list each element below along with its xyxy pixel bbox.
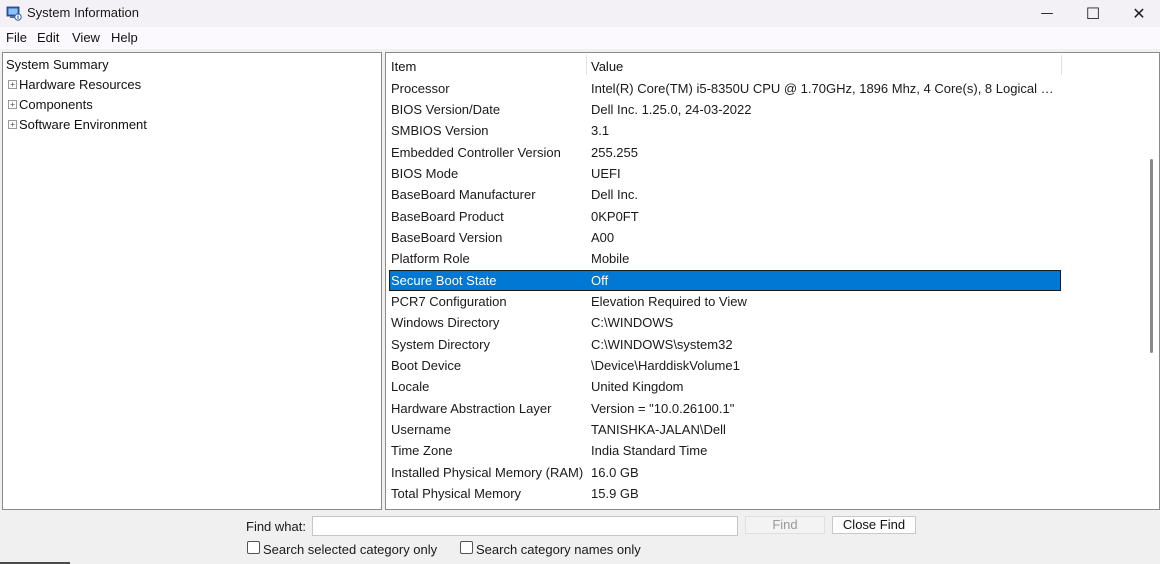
row-value: 15.9 GB [591, 486, 639, 501]
table-row[interactable]: BIOS Version/Date Dell Inc. 1.25.0, 24-0… [389, 99, 1061, 120]
row-item: BIOS Version/Date [391, 102, 501, 117]
vertical-scrollbar[interactable] [1146, 53, 1158, 509]
row-value: Dell Inc. 1.25.0, 24-03-2022 [591, 102, 752, 117]
close-find-button[interactable]: Close Find [832, 516, 916, 534]
row-value: Dell Inc. [591, 187, 638, 202]
table-row[interactable]: BaseBoard Manufacturer Dell Inc. [389, 184, 1061, 205]
row-value: UEFI [591, 166, 621, 181]
find-what-label: Find what: [246, 519, 306, 534]
table-row[interactable]: Processor Intel(R) Core(TM) i5-8350U CPU… [389, 78, 1061, 99]
row-item: BaseBoard Manufacturer [391, 187, 536, 202]
title-bar: System Information — ☐ ✕ [0, 0, 1160, 27]
row-item: Processor [391, 81, 450, 96]
row-item: Installed Physical Memory (RAM) [391, 465, 584, 480]
row-item: Boot Device [391, 358, 462, 373]
tree-item-system-summary[interactable]: System Summary [6, 57, 109, 72]
table-row[interactable]: Windows Directory C:\WINDOWS [389, 312, 1061, 333]
expand-plus-icon[interactable]: + [8, 80, 17, 89]
row-item: BIOS Mode [391, 166, 459, 181]
maximize-button[interactable]: ☐ [1070, 0, 1116, 27]
table-row[interactable]: Locale United Kingdom [389, 376, 1061, 397]
row-value: Off [591, 273, 609, 288]
tree-item-components[interactable]: Components [19, 97, 93, 112]
row-item: Time Zone [391, 443, 453, 458]
table-row[interactable]: Total Physical Memory 15.9 GB [389, 483, 1061, 504]
table-row[interactable]: Username TANISHKA-JALAN\Dell [389, 419, 1061, 440]
row-value: C:\WINDOWS\system32 [591, 337, 733, 352]
close-window-button[interactable]: ✕ [1116, 0, 1160, 27]
close-icon: ✕ [1132, 4, 1146, 23]
table-row[interactable]: Platform Role Mobile [389, 248, 1061, 269]
list-header: Item Value [386, 53, 1062, 77]
maximize-icon: ☐ [1085, 4, 1101, 23]
tree-item-software-environment[interactable]: Software Environment [19, 117, 147, 132]
search-category-names-label: Search category names only [476, 542, 641, 557]
table-row[interactable]: BIOS Mode UEFI [389, 163, 1061, 184]
row-value: 0KP0FT [591, 209, 639, 224]
row-item: Username [391, 422, 451, 437]
table-row[interactable]: System Directory C:\WINDOWS\system32 [389, 334, 1061, 355]
category-tree[interactable]: System Summary + Hardware Resources + Co… [2, 52, 382, 510]
minimize-icon: — [1040, 6, 1054, 21]
row-value: United Kingdom [591, 379, 684, 394]
row-item: Platform Role [391, 251, 470, 266]
row-item: Hardware Abstraction Layer [391, 401, 552, 416]
row-item: Total Physical Memory [391, 486, 522, 501]
row-value: A00 [591, 230, 615, 245]
row-item: PCR7 Configuration [391, 294, 507, 309]
row-value: TANISHKA-JALAN\Dell [591, 422, 726, 437]
table-row[interactable]: Time Zone India Standard Time [389, 440, 1061, 461]
row-item: Locale [391, 379, 430, 394]
column-divider[interactable] [1061, 55, 1062, 75]
row-value: 16.0 GB [591, 465, 639, 480]
row-item: SMBIOS Version [391, 123, 489, 138]
details-list[interactable]: Item Value Processor Intel(R) Core(TM) i… [385, 52, 1160, 510]
row-item: BaseBoard Product [391, 209, 504, 224]
menu-view[interactable]: View [72, 30, 100, 45]
table-row[interactable]: BaseBoard Product 0KP0FT [389, 206, 1061, 227]
minimize-button[interactable]: — [1024, 0, 1070, 27]
table-row[interactable]: Hardware Abstraction Layer Version = "10… [389, 398, 1061, 419]
row-value: India Standard Time [591, 443, 708, 458]
row-value: Elevation Required to View [591, 294, 747, 309]
table-row[interactable]: BaseBoard Version A00 [389, 227, 1061, 248]
scrollbar-thumb[interactable] [1150, 159, 1153, 353]
menu-help[interactable]: Help [111, 30, 138, 45]
tree-item-hardware-resources[interactable]: Hardware Resources [19, 77, 141, 92]
find-what-input[interactable] [312, 516, 738, 536]
table-row[interactable]: Installed Physical Memory (RAM) 16.0 GB [389, 462, 1061, 483]
table-row[interactable]: SMBIOS Version 3.1 [389, 120, 1061, 141]
find-bar: Find what: Find Close Find Search select… [0, 511, 1160, 564]
row-item: Secure Boot State [391, 273, 497, 288]
row-value: \Device\HarddiskVolume1 [591, 358, 740, 373]
row-value: 255.255 [591, 145, 638, 160]
row-item: BaseBoard Version [391, 230, 503, 245]
row-value: 3.1 [591, 123, 610, 138]
column-header-item[interactable]: Item [391, 59, 416, 74]
expand-plus-icon[interactable]: + [8, 100, 17, 109]
table-row[interactable]: PCR7 Configuration Elevation Required to… [389, 291, 1061, 312]
find-button[interactable]: Find [745, 516, 825, 534]
table-row[interactable]: Boot Device \Device\HarddiskVolume1 [389, 355, 1061, 376]
row-item: System Directory [391, 337, 490, 352]
row-item: Embedded Controller Version [391, 145, 561, 160]
row-value: Intel(R) Core(TM) i5-8350U CPU @ 1.70GHz… [591, 81, 1057, 96]
table-row[interactable]: Embedded Controller Version 255.255 [389, 142, 1061, 163]
expand-plus-icon[interactable]: + [8, 120, 17, 129]
menu-bar: File Edit View Help [0, 27, 1160, 49]
column-divider[interactable] [586, 55, 587, 75]
menu-file[interactable]: File [6, 30, 27, 45]
column-header-value[interactable]: Value [591, 59, 623, 74]
search-selected-category-label: Search selected category only [263, 542, 438, 557]
search-selected-category-checkbox[interactable] [247, 541, 260, 554]
row-item: Windows Directory [391, 315, 500, 330]
row-value: C:\WINDOWS [591, 315, 674, 330]
row-value: Version = "10.0.26100.1" [591, 401, 735, 416]
row-value: Mobile [591, 251, 630, 266]
system-information-app-icon [6, 6, 22, 21]
table-row-selected[interactable]: Secure Boot State Off [389, 270, 1061, 291]
menu-edit[interactable]: Edit [37, 30, 59, 45]
window-title: System Information [27, 5, 139, 20]
search-category-names-checkbox[interactable] [460, 541, 473, 554]
